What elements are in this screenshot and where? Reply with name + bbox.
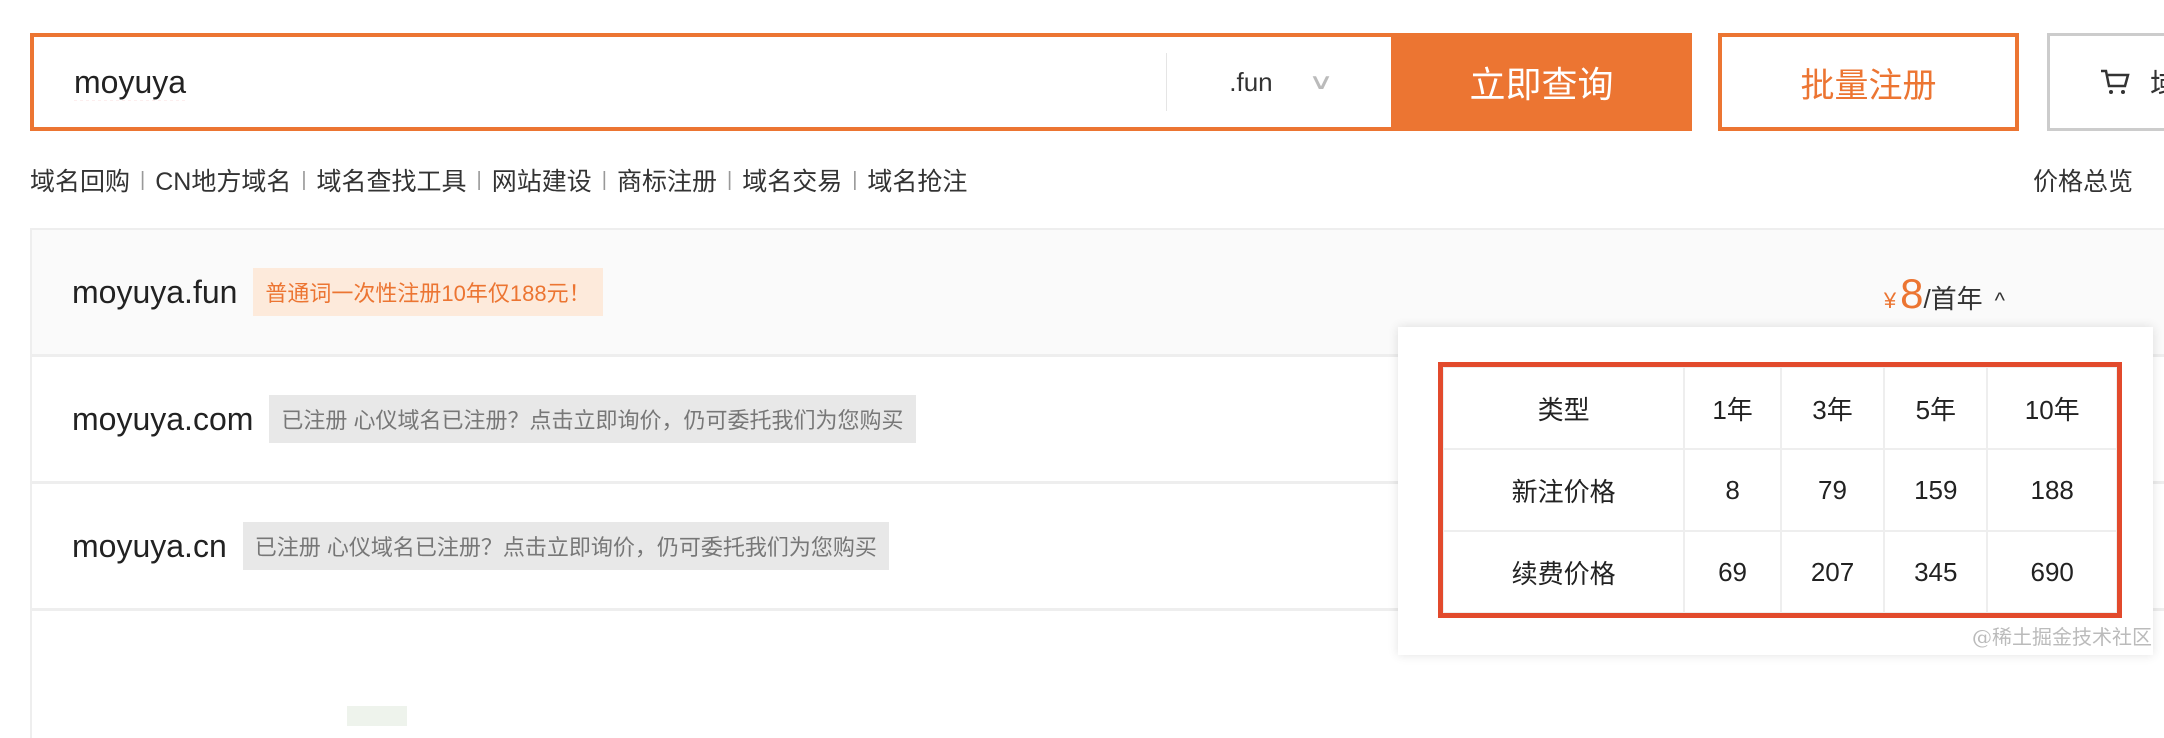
table-row: 续费价格 69 207 345 690 [1441,530,2118,614]
table-cell: 345 [1883,530,1989,614]
price-table: 类型 1年 3年 5年 10年 新注价格 8 79 159 188 续费价格 6… [1438,362,2122,618]
suffix-select[interactable]: .fun ∨ [1166,53,1391,111]
domain-name: moyuya.cn [72,527,227,564]
table-cell: 207 [1779,530,1886,614]
nav-link[interactable]: 网站建设 [492,162,592,198]
table-cell: 188 [1986,448,2118,532]
nav-link[interactable]: 域名交易 [742,162,842,198]
query-button[interactable]: 立即查询 [1391,33,1692,131]
table-cell: 690 [1986,530,2118,614]
table-cell: 新注价格 [1441,448,1686,532]
price-popup: 类型 1年 3年 5年 10年 新注价格 8 79 159 188 续费价格 6… [1398,327,2153,655]
promo-tag: 普通词一次性注册10年仅188元！ [253,268,603,316]
table-cell: 69 [1683,530,1782,614]
cart-icon [2101,69,2130,94]
table-row: 新注价格 8 79 159 188 [1441,448,2118,532]
nav-link[interactable]: 商标注册 [617,162,717,198]
table-cell: 79 [1779,448,1886,532]
table-cell: 类型 [1441,366,1686,450]
tag [347,706,407,726]
currency: ¥ [1883,288,1897,313]
price-unit: /首年 [1923,284,1983,314]
cart-label: 域 [2150,60,2164,104]
registered-tag[interactable]: 已注册 心仪域名已注册？点击立即询价，仍可委托我们为您购买 [242,522,889,570]
table-cell: 8 [1683,448,1782,532]
watermark: @稀土掘金技术社区 [1972,625,2152,649]
nav-link[interactable]: CN地方域名 [155,162,291,198]
price-overview-link[interactable]: 价格总览 [2033,162,2133,198]
table-header-row: 类型 1年 3年 5年 10年 [1441,366,2118,450]
table-cell: 10年 [1986,366,2118,450]
quick-links: 域名回购 | CN地方域名 | 域名查找工具 | 网站建设 | 商标注册 | 域名交易 | … [30,162,967,198]
chevron-down-icon: ∨ [1307,69,1334,94]
nav-link[interactable]: 域名回购 [30,162,130,198]
domain-search-bar: .fun ∨ 立即查询 [30,33,1692,131]
table-cell: 续费价格 [1441,530,1686,614]
separator: | [301,168,307,191]
chevron-up-icon: ^ [1994,288,2005,313]
batch-register-button[interactable]: 批量注册 [1718,33,2019,131]
domain-name: moyuya.com [72,400,254,437]
domain-name: moyuya.fun [72,273,238,310]
price-display[interactable]: ¥ 8 /首年 ^ [1884,270,2005,318]
separator: | [601,168,607,191]
cart-button[interactable]: 域 [2047,33,2164,131]
separator: | [140,168,146,191]
nav-link[interactable]: 域名抢注 [867,162,967,198]
price-value: 8 [1900,270,1924,317]
separator: | [852,168,858,191]
registered-tag[interactable]: 已注册 心仪域名已注册？点击立即询价，仍可委托我们为您购买 [269,395,916,443]
table-cell: 5年 [1883,366,1989,450]
nav-link[interactable]: 域名查找工具 [317,162,467,198]
search-input[interactable] [34,37,1166,127]
table-cell: 159 [1883,448,1989,532]
separator: | [726,168,733,191]
separator: | [476,168,482,191]
suffix-value: .fun [1229,66,1273,97]
table-cell: 1年 [1683,366,1782,450]
table-cell: 3年 [1779,366,1886,450]
